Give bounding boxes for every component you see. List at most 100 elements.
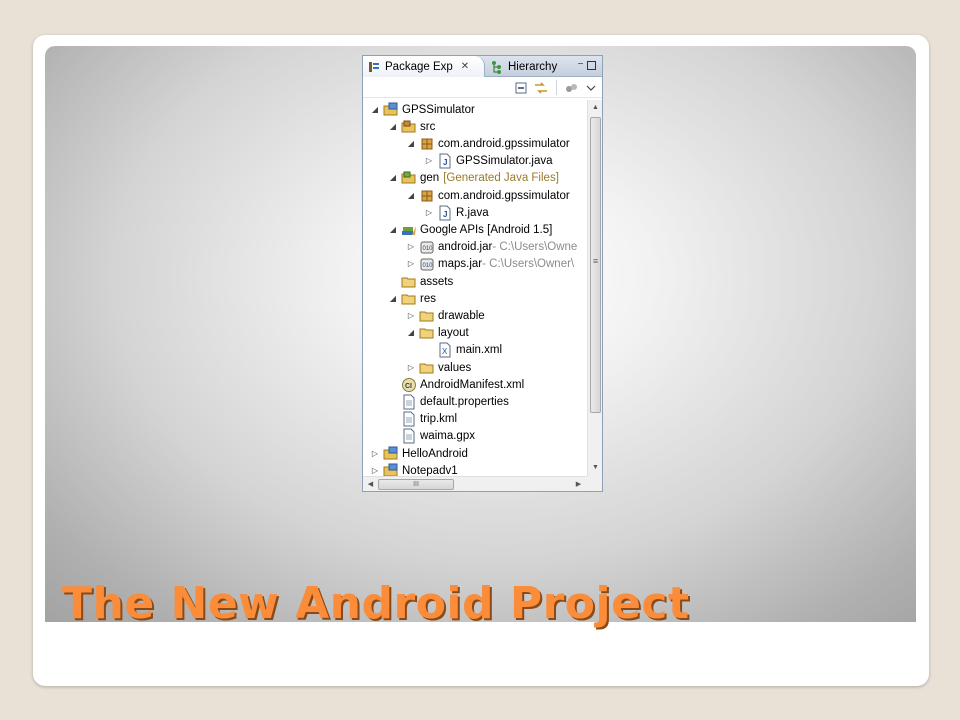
tree-item[interactable]: CI AndroidManifest.xml bbox=[363, 376, 587, 393]
view-menu-icon[interactable] bbox=[583, 80, 599, 96]
tree-item[interactable]: assets bbox=[363, 273, 587, 290]
tab-hierarchy[interactable]: Hierarchy bbox=[487, 56, 563, 77]
scroll-right-icon[interactable]: ▶ bbox=[572, 478, 585, 491]
collapsed-arrow-icon[interactable]: ▷ bbox=[406, 311, 416, 321]
horizontal-scroll-thumb[interactable]: III bbox=[378, 479, 454, 490]
svg-text:X: X bbox=[442, 347, 448, 356]
collapsed-arrow-icon[interactable]: ▷ bbox=[370, 466, 380, 476]
tree-item[interactable]: ◢ src bbox=[363, 118, 587, 135]
hierarchy-icon bbox=[492, 60, 501, 74]
toolbar-separator bbox=[556, 80, 557, 95]
link-with-editor-icon[interactable] bbox=[533, 80, 549, 96]
folder-icon bbox=[401, 274, 417, 290]
tab-package-explorer[interactable]: Package Exp ✕ bbox=[363, 56, 485, 77]
tree-item-label: HelloAndroid bbox=[402, 447, 468, 460]
tree-item[interactable]: ▷ 010 maps.jar - C:\Users\Owner\ bbox=[363, 256, 587, 273]
svg-text:CI: CI bbox=[405, 383, 412, 390]
close-icon[interactable]: ✕ bbox=[461, 61, 469, 72]
tree-item[interactable]: ◢ gen [Generated Java Files] bbox=[363, 170, 587, 187]
tree-item-label: Notepadv1 bbox=[402, 464, 458, 476]
tree-item[interactable]: trip.kml bbox=[363, 411, 587, 428]
expanded-arrow-icon[interactable]: ◢ bbox=[406, 191, 416, 201]
filter-icon[interactable] bbox=[563, 80, 579, 96]
expanded-arrow-icon[interactable]: ◢ bbox=[388, 173, 398, 183]
tree-item[interactable]: waima.gpx bbox=[363, 428, 587, 445]
tree-item-label: GPSSimulator bbox=[402, 103, 475, 116]
collapsed-arrow-icon[interactable]: ▷ bbox=[406, 242, 416, 252]
collapsed-arrow-icon[interactable]: ▷ bbox=[424, 208, 434, 218]
scroll-up-icon[interactable]: ▲ bbox=[589, 101, 602, 114]
library-icon bbox=[401, 222, 417, 238]
expanded-arrow-icon[interactable]: ◢ bbox=[406, 328, 416, 338]
horizontal-scrollbar[interactable]: ◀ III ▶ bbox=[363, 476, 587, 491]
package-explorer-panel: Package Exp ✕ Hierarchy − ◢ GPSSimulator… bbox=[362, 55, 603, 492]
tree-item[interactable]: ▷ HelloAndroid bbox=[363, 445, 587, 462]
tree-item[interactable]: ▷ 010 android.jar - C:\Users\Owne bbox=[363, 239, 587, 256]
tab-label: Package Exp bbox=[385, 60, 453, 73]
expanded-arrow-icon[interactable]: ◢ bbox=[388, 294, 398, 304]
project-tree: ◢ GPSSimulator ◢ src ◢ com.android.gpssimulat… bbox=[363, 100, 587, 476]
expanded-arrow-icon[interactable]: ◢ bbox=[370, 105, 380, 115]
tree-item-label: gen bbox=[420, 172, 440, 185]
view-tab-strip: Package Exp ✕ Hierarchy − bbox=[363, 56, 602, 77]
tree-item-label: com.android.gpssimulator bbox=[438, 189, 570, 202]
gen-folder-icon bbox=[401, 170, 417, 186]
collapsed-arrow-icon[interactable]: ▷ bbox=[406, 259, 416, 269]
tree-item[interactable]: ▷ values bbox=[363, 359, 587, 376]
tree-item[interactable]: ◢ com.android.gpssimulator bbox=[363, 135, 587, 152]
scroll-down-icon[interactable]: ▼ bbox=[589, 461, 602, 474]
collapsed-arrow-icon[interactable]: ▷ bbox=[406, 363, 416, 373]
jar-icon: 010 bbox=[419, 256, 435, 272]
tree-item[interactable]: ◢ GPSSimulator bbox=[363, 101, 587, 118]
folder-icon bbox=[419, 308, 435, 324]
tree-item[interactable]: ◢ com.android.gpssimulator bbox=[363, 187, 587, 204]
tree-item[interactable]: ◢ res bbox=[363, 290, 587, 307]
tree-item[interactable]: ▷ drawable bbox=[363, 307, 587, 324]
tree-item-label: GPSSimulator.java bbox=[456, 155, 553, 168]
tree-item[interactable]: ▷ Notepadv1 bbox=[363, 462, 587, 476]
tree-item-label: assets bbox=[420, 275, 454, 288]
expanded-arrow-icon[interactable]: ◢ bbox=[406, 139, 416, 149]
thumb-grip: III bbox=[413, 481, 419, 488]
collapse-all-icon[interactable] bbox=[513, 80, 529, 96]
project-icon bbox=[383, 446, 399, 462]
svg-text:010: 010 bbox=[423, 263, 434, 269]
tree-item[interactable]: ◢ Google APIs [Android 1.5] bbox=[363, 221, 587, 238]
tree-item[interactable]: Xmain.xml bbox=[363, 342, 587, 359]
tree-item-label: com.android.gpssimulator bbox=[438, 137, 570, 150]
tab-label: Hierarchy bbox=[508, 60, 558, 73]
package-explorer-icon bbox=[369, 61, 379, 72]
tree-item[interactable]: default.properties bbox=[363, 393, 587, 410]
tree-item[interactable]: ▷ J R.java bbox=[363, 204, 587, 221]
tree-item-label: trip.kml bbox=[420, 413, 458, 426]
project-icon bbox=[383, 102, 399, 118]
collapsed-arrow-icon[interactable]: ▷ bbox=[424, 156, 434, 166]
minimize-icon[interactable]: − bbox=[575, 60, 586, 71]
tree-item-label: R.java bbox=[456, 206, 489, 219]
tree-item[interactable]: ◢ layout bbox=[363, 325, 587, 342]
vertical-scroll-thumb[interactable]: ≡ bbox=[590, 117, 601, 413]
package-icon bbox=[419, 188, 435, 204]
tree-item[interactable]: ▷ J GPSSimulator.java bbox=[363, 153, 587, 170]
jar-icon: 010 bbox=[419, 239, 435, 255]
vertical-scrollbar[interactable]: ▲ ≡ ▼ bbox=[587, 100, 602, 476]
tree-item-label: android.jar bbox=[438, 241, 493, 254]
tree-item-label: drawable bbox=[438, 309, 485, 322]
maximize-icon[interactable] bbox=[587, 61, 596, 70]
collapsed-arrow-icon[interactable]: ▷ bbox=[370, 449, 380, 459]
svg-text:J: J bbox=[443, 158, 447, 167]
text-file-icon bbox=[401, 394, 417, 410]
text-file-icon bbox=[401, 411, 417, 427]
expanded-arrow-icon[interactable]: ◢ bbox=[388, 225, 398, 235]
scroll-left-icon[interactable]: ◀ bbox=[364, 478, 377, 491]
tree-item-decoration: - C:\Users\Owne bbox=[492, 241, 578, 254]
expanded-arrow-icon[interactable]: ◢ bbox=[388, 122, 398, 132]
package-icon bbox=[419, 136, 435, 152]
java-file-icon: J bbox=[437, 205, 453, 221]
folder-icon bbox=[419, 360, 435, 376]
